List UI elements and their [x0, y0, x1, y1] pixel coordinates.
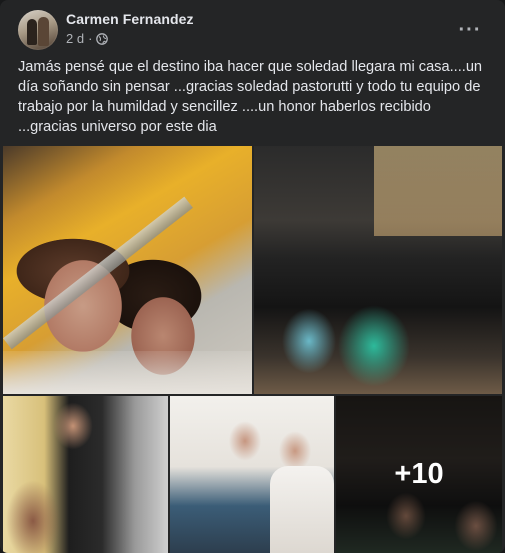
group-photo[interactable] — [254, 146, 502, 394]
more-options-icon[interactable]: ··· — [452, 12, 488, 48]
post-timestamp[interactable]: 2 d — [66, 31, 84, 46]
author-avatar[interactable] — [18, 10, 58, 50]
globe-icon[interactable] — [96, 32, 109, 45]
post-meta: 2 d · — [66, 31, 109, 46]
more-photos-count: +10 — [394, 458, 444, 490]
living-room-photo[interactable] — [3, 396, 168, 553]
post-card: Carmen Fernandez 2 d · ··· Jamás pensé q… — [0, 0, 505, 553]
more-photos-overlay[interactable]: +10 — [336, 396, 502, 553]
post-caption: Jamás pensé que el destino iba hacer que… — [18, 59, 483, 135]
post-header: Carmen Fernandez 2 d · ··· — [0, 0, 505, 56]
selfie-photo[interactable] — [3, 146, 252, 394]
meta-separator: · — [88, 31, 93, 46]
couple-photo[interactable] — [170, 396, 334, 553]
author-name[interactable]: Carmen Fernandez — [66, 11, 194, 27]
